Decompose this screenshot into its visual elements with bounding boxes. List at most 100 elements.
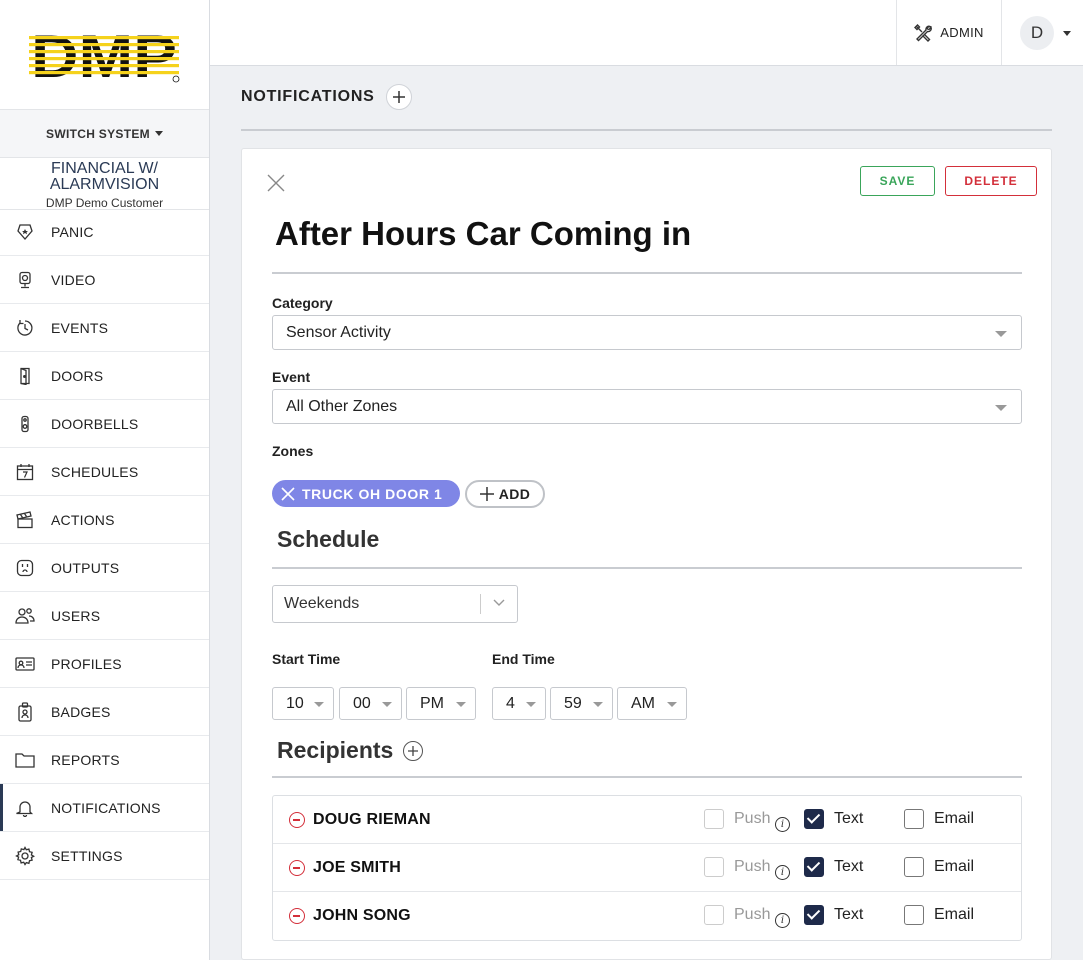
notification-title[interactable]: After Hours Car Coming in bbox=[275, 215, 691, 253]
category-select[interactable]: Sensor Activity bbox=[272, 315, 1022, 350]
text-label: Text bbox=[834, 810, 864, 827]
sidebar-item-label: DOORS bbox=[51, 367, 104, 384]
sidebar-item-badges[interactable]: BADGES bbox=[0, 688, 209, 736]
select-separator bbox=[480, 594, 481, 614]
id-card-icon bbox=[15, 654, 35, 674]
events-icon bbox=[15, 318, 35, 338]
sidebar-item-label: SETTINGS bbox=[51, 847, 123, 864]
chevron-down-icon bbox=[995, 405, 1007, 411]
save-button[interactable]: SAVE bbox=[860, 166, 935, 196]
schedule-select[interactable]: Weekends bbox=[272, 585, 518, 623]
sidebar-item-settings[interactable]: SETTINGS bbox=[0, 832, 209, 880]
sidebar-item-users[interactable]: USERS bbox=[0, 592, 209, 640]
add-zone-button[interactable]: ADD bbox=[465, 480, 545, 508]
start-ampm-select[interactable]: PM bbox=[406, 687, 476, 720]
sidebar-item-video[interactable]: VIDEO bbox=[0, 256, 209, 304]
sidebar-item-label: PROFILES bbox=[51, 655, 122, 672]
schedule-heading-text: Schedule bbox=[277, 526, 380, 552]
push-label: Push bbox=[734, 858, 771, 875]
sidebar-item-label: DOORBELLS bbox=[51, 415, 139, 432]
outlet-icon bbox=[15, 558, 35, 578]
start-hour-select[interactable]: 10 bbox=[272, 687, 334, 720]
folder-icon bbox=[15, 750, 35, 770]
remove-recipient-icon[interactable] bbox=[289, 908, 305, 924]
delete-button[interactable]: DELETE bbox=[945, 166, 1037, 196]
dmp-logo-icon: DMP bbox=[28, 27, 179, 83]
user-menu[interactable]: D bbox=[1020, 16, 1071, 50]
remove-zone-icon[interactable] bbox=[281, 486, 295, 501]
sidebar-item-reports[interactable]: REPORTS bbox=[0, 736, 209, 784]
sidebar-item-events[interactable]: EVENTS bbox=[0, 304, 209, 352]
door-icon bbox=[15, 366, 35, 386]
chevron-down-icon bbox=[593, 702, 603, 707]
sidebar-item-doors[interactable]: DOORS bbox=[0, 352, 209, 400]
sidebar-item-notifications[interactable]: NOTIFICATIONS bbox=[0, 784, 209, 832]
push-checkbox[interactable] bbox=[704, 905, 724, 925]
sidebar-item-label: BADGES bbox=[51, 703, 111, 720]
add-recipient-button[interactable] bbox=[403, 740, 424, 761]
push-label: Push bbox=[734, 810, 771, 827]
switch-system-label: SWITCH SYSTEM bbox=[46, 126, 150, 141]
end-ampm-value: AM bbox=[631, 694, 655, 712]
sidebar-item-label: PANIC bbox=[51, 223, 94, 240]
sidebar-item-label: VIDEO bbox=[51, 271, 96, 288]
chevron-down-icon bbox=[456, 702, 466, 707]
email-checkbox[interactable] bbox=[904, 857, 924, 877]
recipients-heading-text: Recipients bbox=[277, 737, 394, 763]
start-minute-select[interactable]: 00 bbox=[339, 687, 402, 720]
recipient-name: DOUG RIEMAN bbox=[313, 811, 431, 828]
event-value: All Other Zones bbox=[286, 397, 398, 415]
sidebar-item-panic[interactable]: PANIC bbox=[0, 208, 209, 256]
remove-recipient-icon[interactable] bbox=[289, 812, 305, 828]
sidebar-item-profiles[interactable]: PROFILES bbox=[0, 640, 209, 688]
end-minute-select[interactable]: 59 bbox=[550, 687, 613, 720]
zone-chip[interactable]: TRUCK OH DOOR 1 bbox=[272, 480, 460, 507]
recipient-name: JOHN SONG bbox=[313, 907, 411, 924]
recipient-row: JOHN SONG Push i Text Email bbox=[273, 892, 1021, 940]
site-info: FINANCIAL W/ ALARMVISION DMP Demo Custom… bbox=[0, 158, 209, 210]
switch-system-button[interactable]: SWITCH SYSTEM bbox=[0, 110, 209, 158]
info-icon[interactable]: i bbox=[775, 865, 790, 880]
svg-text:DMP: DMP bbox=[31, 27, 177, 83]
top-bar: ADMIN D bbox=[210, 0, 1083, 66]
recipients-list: DOUG RIEMAN Push i Text Email JOE SMITH … bbox=[272, 795, 1022, 941]
sidebar-item-outputs[interactable]: OUTPUTS bbox=[0, 544, 209, 592]
sidebar-item-label: OUTPUTS bbox=[51, 559, 120, 576]
close-button[interactable] bbox=[266, 173, 286, 193]
info-icon[interactable]: i bbox=[775, 817, 790, 832]
calendar-icon bbox=[15, 462, 35, 482]
bell-icon bbox=[15, 798, 35, 818]
text-label: Text bbox=[834, 906, 864, 923]
add-zone-label: ADD bbox=[498, 486, 531, 502]
clapper-icon bbox=[15, 510, 35, 530]
gear-icon bbox=[15, 845, 35, 866]
push-label: Push bbox=[734, 906, 771, 923]
end-minute-value: 59 bbox=[564, 694, 582, 712]
sidebar-item-schedules[interactable]: SCHEDULES bbox=[0, 448, 209, 496]
end-hour-select[interactable]: 4 bbox=[492, 687, 546, 720]
badge-icon bbox=[15, 701, 35, 722]
push-checkbox[interactable] bbox=[704, 809, 724, 829]
avatar: D bbox=[1020, 16, 1054, 50]
push-checkbox[interactable] bbox=[704, 857, 724, 877]
chevron-down-icon bbox=[526, 702, 536, 707]
site-name: FINANCIAL W/ ALARMVISION bbox=[49, 160, 160, 193]
schedule-heading: Schedule bbox=[277, 526, 379, 553]
add-notification-button[interactable] bbox=[385, 84, 412, 110]
sidebar-item-actions[interactable]: ACTIONS bbox=[0, 496, 209, 544]
dmp-logo[interactable]: DMP bbox=[0, 0, 209, 110]
admin-button[interactable]: ADMIN bbox=[896, 0, 1002, 65]
text-checkbox[interactable] bbox=[804, 809, 824, 829]
text-checkbox[interactable] bbox=[804, 905, 824, 925]
event-select[interactable]: All Other Zones bbox=[272, 389, 1022, 424]
end-hour-value: 4 bbox=[506, 694, 515, 712]
info-icon[interactable]: i bbox=[775, 913, 790, 928]
email-checkbox[interactable] bbox=[904, 809, 924, 829]
end-ampm-select[interactable]: AM bbox=[617, 687, 687, 720]
remove-recipient-icon[interactable] bbox=[289, 860, 305, 876]
text-checkbox[interactable] bbox=[804, 857, 824, 877]
chevron-down-icon bbox=[667, 702, 677, 707]
email-checkbox[interactable] bbox=[904, 905, 924, 925]
tools-icon bbox=[914, 23, 933, 42]
sidebar-item-doorbells[interactable]: DOORBELLS bbox=[0, 400, 209, 448]
